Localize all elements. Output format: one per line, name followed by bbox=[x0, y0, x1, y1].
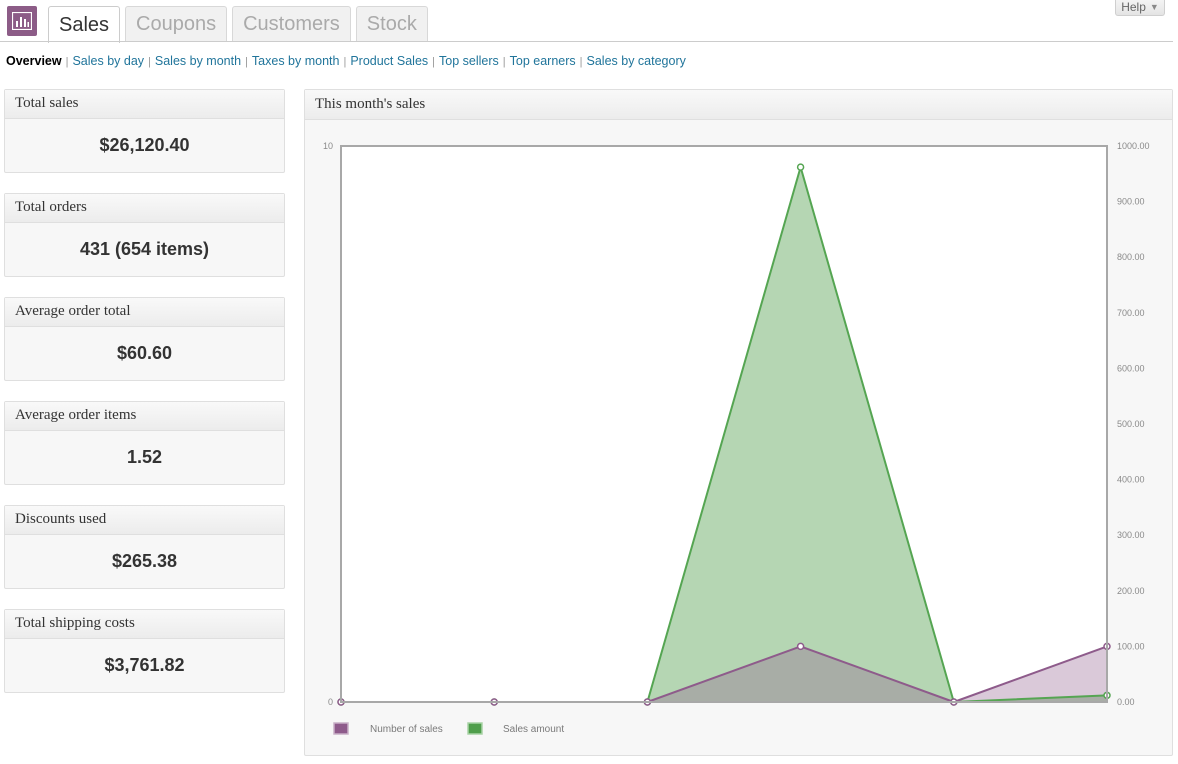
stat-label: Total orders bbox=[5, 194, 284, 223]
report-tabs: Sales Coupons Customers Stock bbox=[48, 6, 433, 43]
stat-total-orders: Total orders 431 (654 items) bbox=[4, 193, 285, 277]
legend-label-number-of-sales: Number of sales bbox=[370, 724, 443, 735]
stat-total-sales: Total sales $26,120.40 bbox=[4, 89, 285, 173]
stat-value: 431 (654 items) bbox=[79, 239, 210, 259]
subnav-top-sellers[interactable]: Top sellers bbox=[439, 54, 499, 68]
subnav-separator: | bbox=[579, 56, 583, 68]
legend-swatch-number-of-sales bbox=[333, 722, 349, 735]
subnav-sales-by-day[interactable]: Sales by day bbox=[72, 54, 144, 68]
stat-label: Average order items bbox=[5, 402, 284, 431]
subnav-overview[interactable]: Overview bbox=[6, 54, 62, 68]
stat-label: Discounts used bbox=[5, 506, 284, 535]
stat-label: Average order total bbox=[5, 298, 284, 327]
tab-customers[interactable]: Customers bbox=[232, 6, 351, 41]
stat-value: 1.52 bbox=[126, 447, 163, 467]
help-button[interactable]: Help ▼ bbox=[1115, 0, 1165, 16]
data-point-number-of-sales bbox=[796, 642, 805, 651]
right-axis-tick-label: 0.00 bbox=[1117, 697, 1135, 707]
stat-discounts-used: Discounts used $265.38 bbox=[4, 505, 285, 589]
tab-underline bbox=[0, 41, 1173, 42]
subnav-product-sales[interactable]: Product Sales bbox=[350, 54, 428, 68]
stat-value: $265.38 bbox=[111, 551, 178, 571]
data-point-sales-amount bbox=[796, 163, 805, 171]
stat-value: $3,761.82 bbox=[104, 655, 185, 675]
subnav-sales-by-month[interactable]: Sales by month bbox=[155, 54, 241, 68]
stat-label: Total sales bbox=[5, 90, 284, 119]
legend-swatch-sales-amount bbox=[467, 722, 483, 735]
stat-label: Total shipping costs bbox=[5, 610, 284, 639]
stat-value: $26,120.40 bbox=[99, 135, 190, 155]
subnav-sales-by-category[interactable]: Sales by category bbox=[587, 54, 686, 68]
stat-average-order-items: Average order items 1.52 bbox=[4, 401, 285, 485]
help-label: Help bbox=[1121, 0, 1146, 14]
tab-stock[interactable]: Stock bbox=[355, 6, 428, 41]
sales-chart: 0100.00100.00200.00300.00400.00500.00600… bbox=[323, 141, 1150, 735]
stat-average-order-total: Average order total $60.60 bbox=[4, 297, 285, 381]
stat-total-shipping-costs: Total shipping costs $3,761.82 bbox=[4, 609, 285, 693]
reports-app-icon bbox=[7, 6, 37, 36]
subnav-separator: | bbox=[432, 56, 436, 68]
legend-label-sales-amount: Sales amount bbox=[503, 724, 564, 735]
right-axis-tick-label: 700.00 bbox=[1117, 308, 1145, 318]
subnav-separator: | bbox=[65, 56, 69, 68]
right-axis-tick-label: 1000.00 bbox=[1117, 141, 1150, 151]
right-axis-tick-label: 900.00 bbox=[1117, 197, 1145, 207]
right-axis-tick-label: 400.00 bbox=[1117, 475, 1145, 485]
right-axis-tick-label: 600.00 bbox=[1117, 363, 1145, 373]
subnav-taxes-by-month[interactable]: Taxes by month bbox=[252, 54, 340, 68]
right-axis-tick-label: 300.00 bbox=[1117, 530, 1145, 540]
right-axis-tick-label: 200.00 bbox=[1117, 586, 1145, 596]
left-axis-tick-label: 10 bbox=[323, 141, 333, 151]
subnav-separator: | bbox=[245, 56, 248, 68]
right-axis-tick-label: 500.00 bbox=[1117, 419, 1145, 429]
report-subnav: Overview | Sales by day | Sales by month | Tax… bbox=[6, 54, 686, 68]
monthly-sales-panel: This month's sales 0 10 0.00 100.00 200.00 30… bbox=[304, 89, 1173, 756]
triangle-down-icon: ▼ bbox=[1149, 1, 1159, 12]
right-axis-tick-label: 100.00 bbox=[1117, 641, 1145, 651]
bar-chart-icon bbox=[12, 12, 32, 30]
right-axis-tick-label: 800.00 bbox=[1117, 252, 1145, 262]
subnav-separator: | bbox=[148, 56, 151, 68]
left-axis-tick-label: 0 bbox=[328, 697, 333, 707]
tab-sales[interactable]: Sales bbox=[48, 6, 121, 43]
subnav-top-earners[interactable]: Top earners bbox=[510, 54, 576, 68]
subnav-separator: | bbox=[502, 56, 506, 68]
tab-coupons[interactable]: Coupons bbox=[125, 6, 228, 41]
stat-value: $60.60 bbox=[116, 343, 173, 363]
subnav-separator: | bbox=[343, 56, 347, 68]
